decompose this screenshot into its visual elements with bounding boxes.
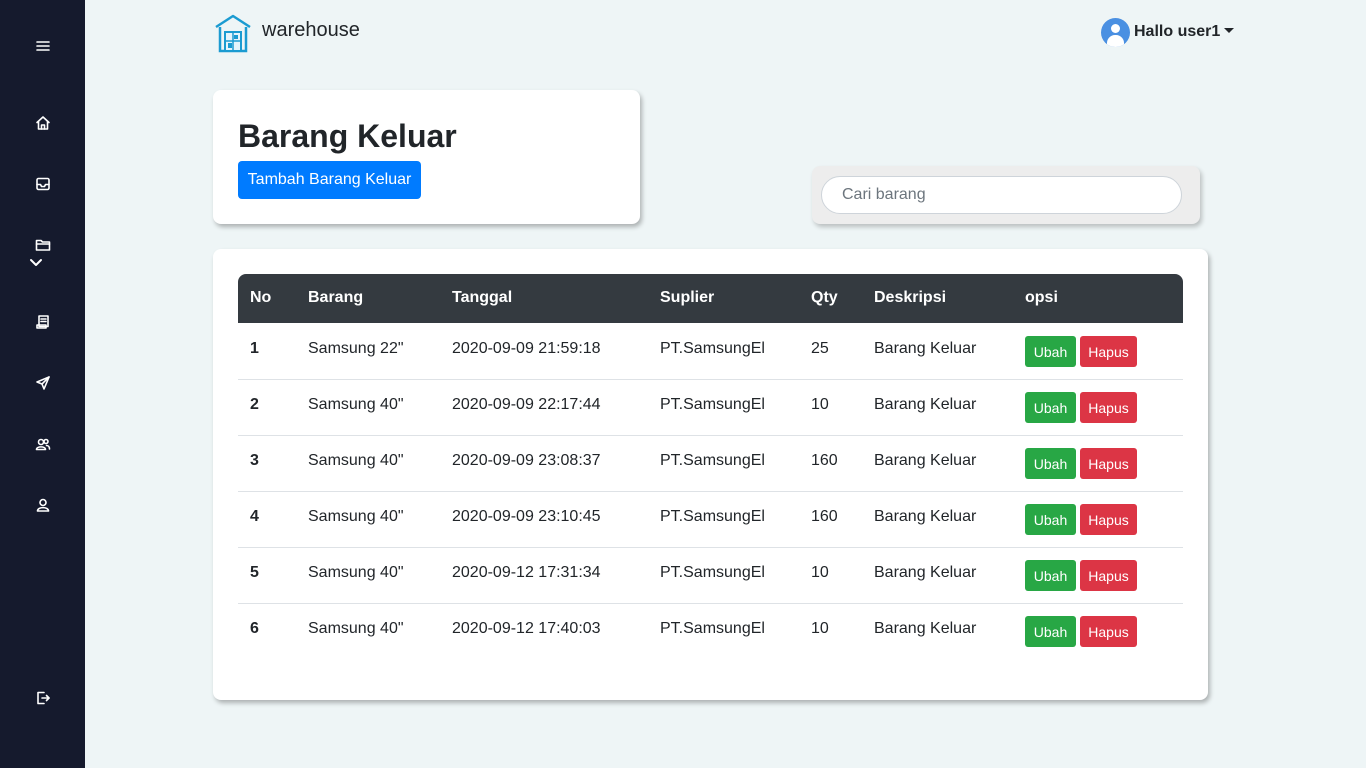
cell-qty: 160 — [811, 508, 838, 525]
receipt-icon — [35, 315, 49, 329]
menu-icon — [35, 41, 50, 51]
user-greeting: Hallo user1 — [1134, 22, 1221, 40]
cell-qty: 160 — [811, 452, 838, 469]
add-barang-keluar-button[interactable]: Tambah Barang Keluar — [238, 161, 421, 199]
cell-barang: Samsung 40" — [308, 564, 404, 581]
cell-no: 3 — [250, 452, 259, 469]
sidebar-item-home[interactable] — [0, 103, 85, 143]
delete-button[interactable]: Hapus — [1080, 336, 1137, 367]
sidebar-item-logout[interactable] — [0, 678, 85, 718]
cell-no: 1 — [250, 340, 259, 357]
cell-deskripsi: Barang Keluar — [874, 564, 977, 581]
table-row: 6 Samsung 40" 2020-09-12 17:40:03 PT.Sam… — [238, 604, 1183, 660]
edit-button[interactable]: Ubah — [1025, 504, 1076, 535]
cell-suplier: PT.SamsungEl — [660, 396, 765, 413]
page-title: Barang Keluar — [238, 118, 457, 154]
delete-button[interactable]: Hapus — [1080, 616, 1137, 647]
table-row: 4 Samsung 40" 2020-09-09 23:10:45 PT.Sam… — [238, 492, 1183, 548]
search-input[interactable] — [821, 176, 1182, 214]
title-card: Barang Keluar Tambah Barang Keluar — [213, 90, 640, 224]
cell-no: 4 — [250, 508, 259, 525]
column-header-barang: Barang — [308, 289, 364, 306]
sidebar-item-receipt[interactable] — [0, 302, 85, 342]
brand-name: warehouse — [262, 18, 360, 41]
cell-qty: 10 — [811, 564, 829, 581]
cell-tanggal: 2020-09-09 22:17:44 — [452, 396, 601, 413]
column-header-tanggal: Tanggal — [452, 289, 513, 306]
avatar — [1101, 18, 1130, 47]
cell-no: 6 — [250, 620, 259, 637]
brand[interactable]: warehouse — [214, 13, 360, 53]
chevron-down-icon[interactable] — [29, 256, 43, 274]
sidebar-item-send[interactable] — [0, 363, 85, 403]
delete-button[interactable]: Hapus — [1080, 504, 1137, 535]
table-row: 1 Samsung 22" 2020-09-09 21:59:18 PT.Sam… — [238, 324, 1183, 380]
menu-toggle-button[interactable] — [0, 26, 85, 66]
inbox-icon — [35, 177, 50, 191]
cell-suplier: PT.SamsungEl — [660, 564, 765, 581]
logout-icon — [36, 691, 50, 705]
cell-suplier: PT.SamsungEl — [660, 508, 765, 525]
delete-button[interactable]: Hapus — [1080, 560, 1137, 591]
delete-button[interactable]: Hapus — [1080, 448, 1137, 479]
search-card — [812, 166, 1200, 224]
column-header-suplier: Suplier — [660, 289, 715, 306]
sidebar-item-inbox[interactable] — [0, 164, 85, 204]
cell-suplier: PT.SamsungEl — [660, 452, 765, 469]
cell-tanggal: 2020-09-12 17:31:34 — [452, 564, 601, 581]
cell-tanggal: 2020-09-09 23:10:45 — [452, 508, 601, 525]
edit-button[interactable]: Ubah — [1025, 616, 1076, 647]
cell-tanggal: 2020-09-09 23:08:37 — [452, 452, 601, 469]
edit-button[interactable]: Ubah — [1025, 448, 1076, 479]
column-header-no: No — [250, 289, 272, 306]
folder-icon — [35, 239, 50, 251]
user-dropdown[interactable]: Hallo user1 — [1101, 18, 1235, 47]
sidebar-item-users[interactable] — [0, 424, 85, 464]
cell-suplier: PT.SamsungEl — [660, 620, 765, 637]
cell-deskripsi: Barang Keluar — [874, 620, 977, 637]
cell-qty: 10 — [811, 620, 829, 637]
delete-button[interactable]: Hapus — [1080, 392, 1137, 423]
cell-tanggal: 2020-09-09 21:59:18 — [452, 340, 601, 357]
send-icon — [35, 376, 50, 390]
cell-barang: Samsung 40" — [308, 452, 404, 469]
table-header: No Barang Tanggal Suplier Qty Deskripsi … — [238, 274, 1183, 323]
edit-button[interactable]: Ubah — [1025, 560, 1076, 591]
table-card: No Barang Tanggal Suplier Qty Deskripsi … — [213, 249, 1208, 700]
cell-deskripsi: Barang Keluar — [874, 396, 977, 413]
table-row: 5 Samsung 40" 2020-09-12 17:31:34 PT.Sam… — [238, 548, 1183, 604]
column-header-deskripsi: Deskripsi — [874, 289, 947, 306]
user-icon — [36, 498, 49, 512]
cell-barang: Samsung 40" — [308, 508, 404, 525]
users-icon — [35, 438, 50, 451]
cell-barang: Samsung 40" — [308, 396, 404, 413]
sidebar — [0, 0, 85, 768]
cell-deskripsi: Barang Keluar — [874, 340, 977, 357]
edit-button[interactable]: Ubah — [1025, 336, 1076, 367]
cell-tanggal: 2020-09-12 17:40:03 — [452, 620, 601, 637]
cell-deskripsi: Barang Keluar — [874, 508, 977, 525]
edit-button[interactable]: Ubah — [1025, 392, 1076, 423]
table-row: 2 Samsung 40" 2020-09-09 22:17:44 PT.Sam… — [238, 380, 1183, 436]
home-icon — [35, 116, 50, 130]
column-header-qty: Qty — [811, 289, 838, 306]
sidebar-item-profile[interactable] — [0, 485, 85, 525]
cell-qty: 25 — [811, 340, 829, 357]
table-row: 3 Samsung 40" 2020-09-09 23:08:37 PT.Sam… — [238, 436, 1183, 492]
cell-qty: 10 — [811, 396, 829, 413]
cell-barang: Samsung 22" — [308, 340, 404, 357]
cell-barang: Samsung 40" — [308, 620, 404, 637]
caret-down-icon — [1224, 28, 1235, 33]
cell-no: 2 — [250, 396, 259, 413]
cell-no: 5 — [250, 564, 259, 581]
column-header-opsi: opsi — [1025, 289, 1058, 306]
cell-deskripsi: Barang Keluar — [874, 452, 977, 469]
warehouse-icon — [215, 14, 251, 53]
cell-suplier: PT.SamsungEl — [660, 340, 765, 357]
